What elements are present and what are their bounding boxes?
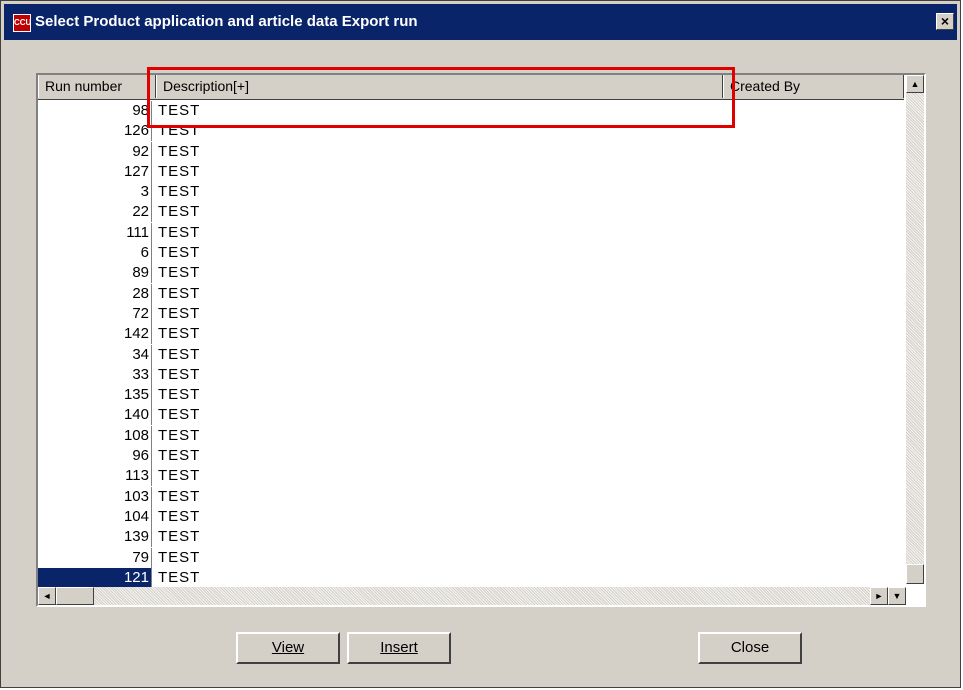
insert-button[interactable]: Insert xyxy=(347,632,451,664)
table-row[interactable]: 34 TEST xyxy=(38,344,904,365)
run-number-cell: 79 xyxy=(38,547,152,568)
description-cell: TEST xyxy=(158,345,201,363)
description-cell: TEST xyxy=(158,162,201,180)
run-number-cell: 121 xyxy=(38,567,152,588)
run-number-cell: 28 xyxy=(38,283,152,304)
description-cell: TEST xyxy=(158,447,201,465)
grid-rows: 98 TEST 126 TEST 92 TEST 127 TEST 3 TEST 22 TEST 111… xyxy=(38,101,904,588)
close-button-label: Close xyxy=(730,639,770,656)
close-icon[interactable]: × xyxy=(936,13,954,30)
run-list-grid[interactable]: Run number Description[+] Created By 98 T… xyxy=(36,73,926,607)
run-number-cell: 142 xyxy=(38,324,152,345)
table-row[interactable]: 140 TEST xyxy=(38,405,904,426)
description-cell: TEST xyxy=(158,548,201,566)
table-row[interactable]: 92 TEST xyxy=(38,141,904,162)
run-number-cell: 113 xyxy=(38,466,152,487)
run-number-cell: 6 xyxy=(38,243,152,264)
run-number-cell: 96 xyxy=(38,446,152,467)
description-cell: TEST xyxy=(158,244,201,262)
description-cell: TEST xyxy=(158,122,201,140)
table-row[interactable]: 96 TEST xyxy=(38,446,904,467)
table-row[interactable]: 121 TEST xyxy=(38,567,904,588)
column-header-created-by[interactable]: Created By xyxy=(723,75,904,98)
column-header-description[interactable]: Description[+] xyxy=(156,75,723,98)
run-number-cell: 34 xyxy=(38,344,152,365)
description-cell: TEST xyxy=(158,528,201,546)
scroll-right-arrow-icon[interactable]: ► xyxy=(870,587,888,605)
description-cell: TEST xyxy=(158,568,201,586)
scroll-thumb[interactable] xyxy=(906,564,924,584)
scroll-left-arrow-icon[interactable]: ◄ xyxy=(38,587,56,605)
run-number-cell: 33 xyxy=(38,364,152,385)
table-row[interactable]: 135 TEST xyxy=(38,385,904,406)
run-number-cell: 127 xyxy=(38,161,152,182)
run-number-cell: 140 xyxy=(38,405,152,426)
table-row[interactable]: 113 TEST xyxy=(38,466,904,487)
description-cell: TEST xyxy=(158,365,201,383)
run-number-cell: 111 xyxy=(38,222,152,243)
table-row[interactable]: 89 TEST xyxy=(38,263,904,284)
table-row[interactable]: 142 TEST xyxy=(38,324,904,345)
description-cell: TEST xyxy=(158,203,201,221)
table-row[interactable]: 79 TEST xyxy=(38,547,904,568)
run-number-cell: 139 xyxy=(38,527,152,548)
run-number-cell: 72 xyxy=(38,303,152,324)
table-row[interactable]: 127 TEST xyxy=(38,161,904,182)
title-bar[interactable]: CCU Select Product application and artic… xyxy=(4,4,957,40)
description-cell: TEST xyxy=(158,325,201,343)
scroll-down-arrow-icon[interactable]: ▼ xyxy=(888,587,906,605)
horizontal-scrollbar[interactable]: ◄ ► ▼ xyxy=(38,587,906,605)
view-button[interactable]: View xyxy=(236,632,340,664)
run-number-cell: 126 xyxy=(38,121,152,142)
horizontal-scroll-thumb[interactable] xyxy=(56,587,94,605)
table-row[interactable]: 104 TEST xyxy=(38,506,904,527)
grid-header: Run number Description[+] Created By xyxy=(38,75,904,100)
run-number-cell: 89 xyxy=(38,263,152,284)
table-row[interactable]: 108 TEST xyxy=(38,425,904,446)
run-number-cell: 104 xyxy=(38,506,152,527)
table-row[interactable]: 6 TEST xyxy=(38,243,904,264)
description-cell: TEST xyxy=(158,284,201,302)
window-title: Select Product application and article d… xyxy=(35,13,418,30)
table-row[interactable]: 28 TEST xyxy=(38,283,904,304)
run-number-cell: 22 xyxy=(38,202,152,223)
description-cell: TEST xyxy=(158,507,201,525)
run-number-cell: 3 xyxy=(38,182,152,203)
close-button[interactable]: Close xyxy=(698,632,802,664)
run-number-cell: 103 xyxy=(38,486,152,507)
description-cell: TEST xyxy=(158,386,201,404)
description-cell: TEST xyxy=(158,223,201,241)
insert-button-label: Insert xyxy=(380,639,418,656)
table-row[interactable]: 98 TEST xyxy=(38,101,904,121)
run-number-cell: 98 xyxy=(38,101,152,121)
vertical-scrollbar[interactable]: ▲ xyxy=(906,75,924,584)
description-cell: TEST xyxy=(158,426,201,444)
description-cell: TEST xyxy=(158,487,201,505)
table-row[interactable]: 103 TEST xyxy=(38,486,904,507)
dialog-window: CCU Select Product application and artic… xyxy=(0,0,961,688)
table-row[interactable]: 111 TEST xyxy=(38,222,904,243)
table-row[interactable]: 22 TEST xyxy=(38,202,904,223)
description-cell: TEST xyxy=(158,304,201,322)
run-number-cell: 108 xyxy=(38,425,152,446)
description-cell: TEST xyxy=(158,142,201,160)
view-button-label: View xyxy=(271,639,305,656)
run-number-cell: 135 xyxy=(38,385,152,406)
run-number-cell: 92 xyxy=(38,141,152,162)
app-icon: CCU xyxy=(13,14,31,32)
description-cell: TEST xyxy=(158,183,201,201)
column-header-run-number[interactable]: Run number xyxy=(38,75,156,98)
description-cell: TEST xyxy=(158,264,201,282)
scroll-up-arrow-icon[interactable]: ▲ xyxy=(906,75,924,93)
table-row[interactable]: 126 TEST xyxy=(38,121,904,142)
description-cell: TEST xyxy=(158,102,201,119)
table-row[interactable]: 33 TEST xyxy=(38,364,904,385)
table-row[interactable]: 139 TEST xyxy=(38,527,904,548)
table-row[interactable]: 3 TEST xyxy=(38,182,904,203)
description-cell: TEST xyxy=(158,406,201,424)
description-cell: TEST xyxy=(158,467,201,485)
table-row[interactable]: 72 TEST xyxy=(38,303,904,324)
